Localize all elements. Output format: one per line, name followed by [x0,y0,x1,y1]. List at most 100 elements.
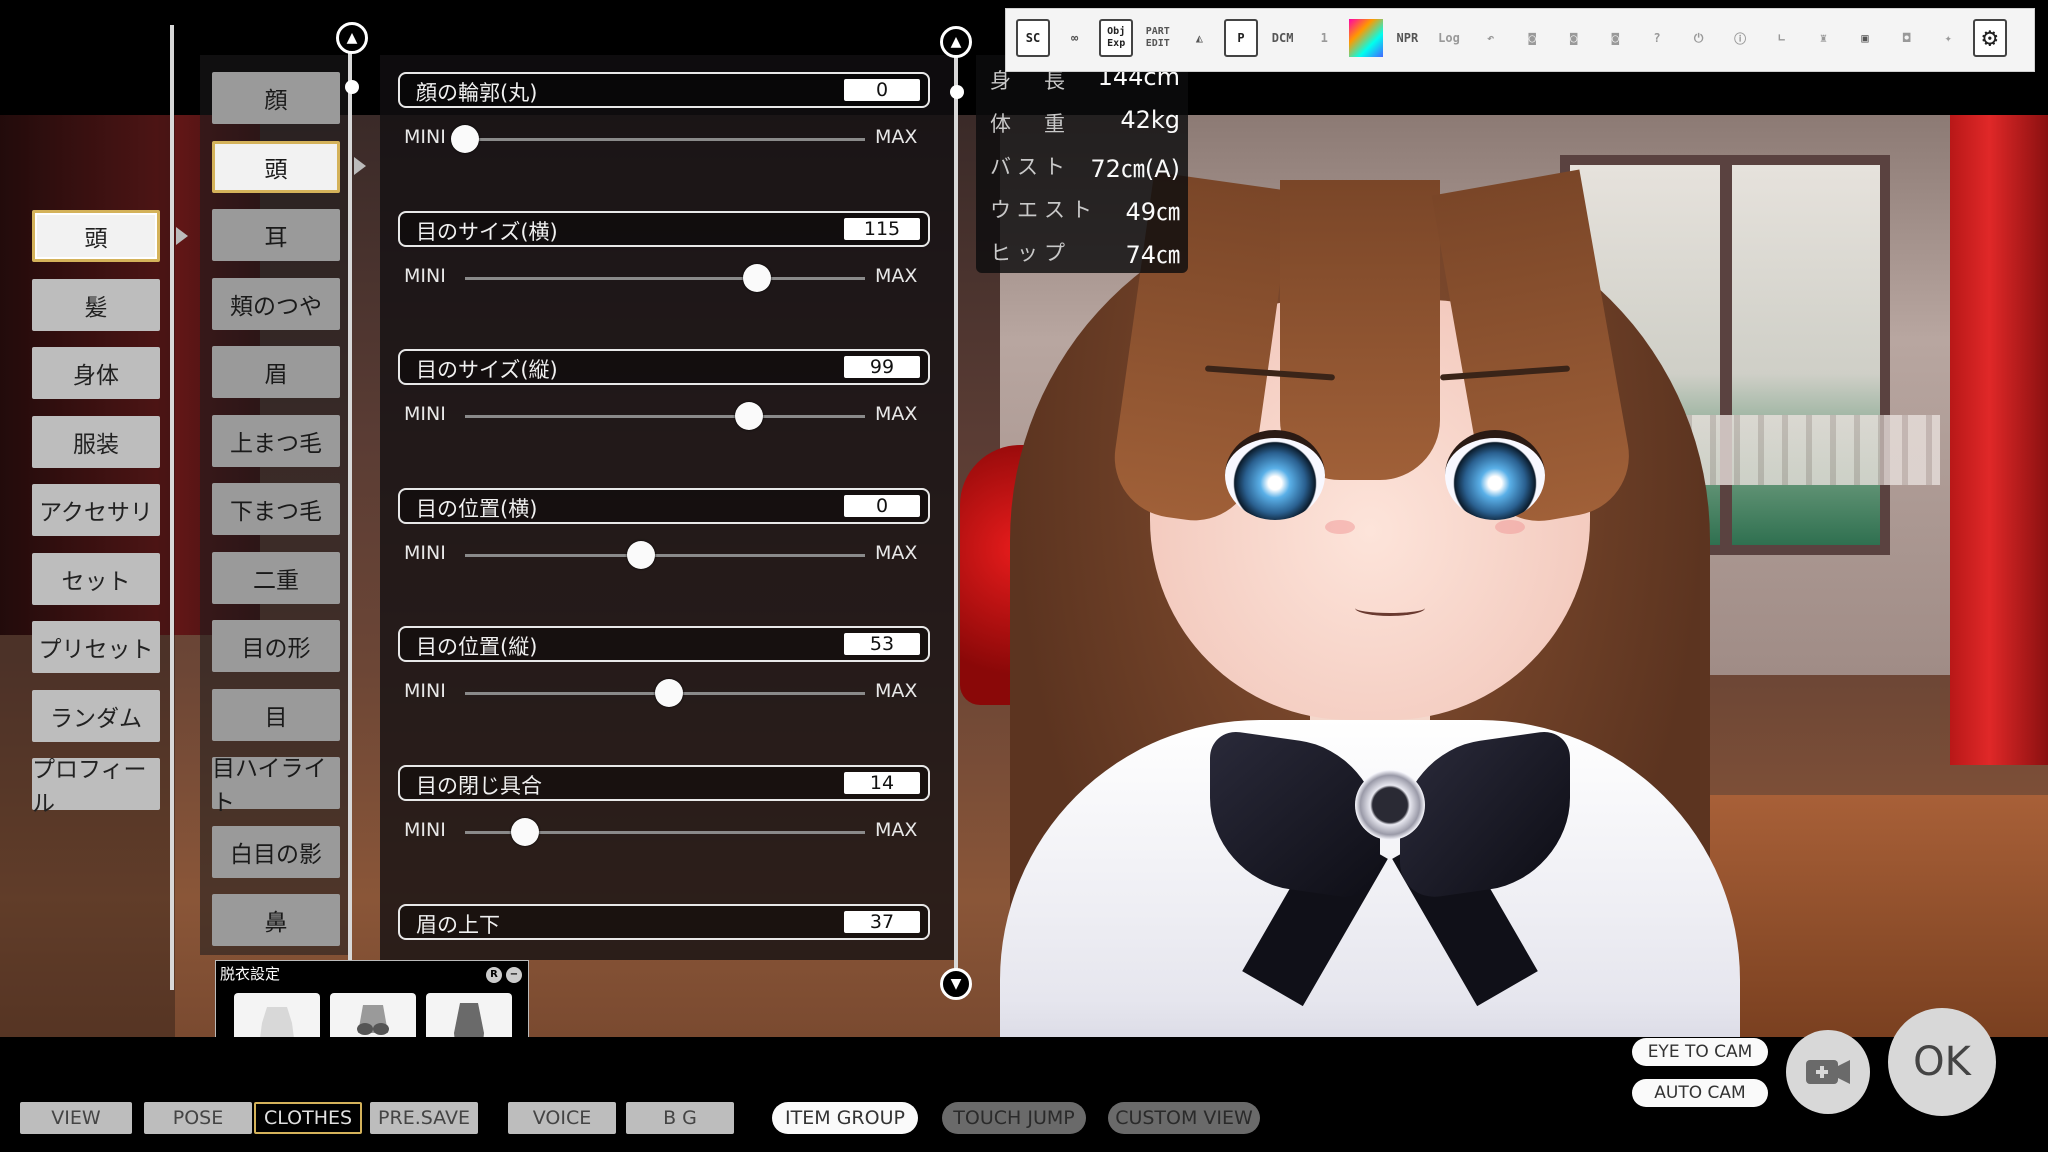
auto-cam-button[interactable]: AUTO CAM [1632,1079,1768,1107]
camera-add-button[interactable] [1786,1030,1870,1114]
subcategory-button[interactable]: 頬のつや [212,277,340,330]
subcategory-button[interactable]: 鼻 [212,894,340,946]
subcategory-button[interactable]: 目 [212,688,340,741]
mode-button-presave[interactable]: PRE.SAVE [370,1102,478,1134]
camera-gear-icon[interactable]: ◙ [1557,19,1591,57]
stat-value: 72㎝(A) [1090,155,1180,183]
category-button[interactable]: 髪 [32,278,160,331]
p-icon[interactable]: P [1224,19,1258,57]
category-button[interactable]: 頭 [32,210,160,262]
category-button[interactable]: セット [32,552,160,605]
subcategory-button[interactable]: 眉 [212,346,340,398]
category-button[interactable]: ランダム [32,689,160,742]
subcategory-button[interactable]: 上まつ毛 [212,414,340,467]
character-ribbon [1210,728,1570,1007]
slider-value-input[interactable]: 0 [844,79,920,101]
slider-thumb[interactable] [627,540,655,569]
plugin-icon[interactable]: ✦ [1931,19,1965,57]
slider-scroll-handle[interactable] [950,85,964,99]
capture-icon[interactable]: ◘ [1890,19,1924,57]
category-active-arrow [176,227,188,245]
color-palette-icon[interactable] [1348,19,1383,57]
slider-thumb[interactable] [511,818,539,846]
help-icon[interactable]: ? [1640,19,1674,57]
camera-icon[interactable]: ◙ [1598,19,1632,57]
subcategory-divider [348,25,352,965]
settings-gear-icon[interactable]: ⚙ [1972,19,2007,57]
subcategory-scroll-handle[interactable] [345,80,359,94]
vr-goggles-icon[interactable]: ∞ [1058,19,1092,57]
slider-max-label: MAX [875,541,918,564]
subcategory-button[interactable]: 二重 [212,551,340,604]
subcategory-button[interactable]: 耳 [212,209,340,261]
slider-thumb[interactable] [743,263,771,292]
log-icon[interactable]: Log [1432,19,1466,57]
subcategory-button[interactable]: 目の形 [212,620,340,672]
mode-button-voice[interactable]: VOICE [508,1102,616,1134]
character-eye-left [1225,430,1325,520]
category-button[interactable]: 服装 [32,415,160,468]
slider-label: 眉の上下 [416,912,500,937]
mode-button-view[interactable]: VIEW [20,1102,132,1134]
slider-value-input[interactable]: 14 [844,772,920,794]
mode-button-bg[interactable]: B G [626,1102,734,1134]
undo-icon[interactable]: ↶ [1474,19,1508,57]
character-blush-right [1495,520,1525,534]
slider-track[interactable] [465,138,865,141]
slider-track[interactable] [465,553,865,557]
subcategory-button[interactable]: 目ハイライト [212,756,340,816]
slider-value-input[interactable]: 53 [844,633,920,656]
3d-cube-icon[interactable]: ◭ [1182,19,1216,57]
ribbon-brooch [1355,770,1425,840]
category-button[interactable]: プロフィール [32,757,160,817]
obj-exp-icon[interactable]: Obj Exp [1099,19,1134,57]
pill-button-touchjump[interactable]: TOUCH JUMP [942,1102,1086,1134]
ok-button[interactable]: OK [1888,1008,1996,1116]
category-button[interactable]: 身体 [32,347,160,399]
slider-value-input[interactable]: 115 [844,217,920,240]
undress-minimize-icon[interactable]: − [506,967,522,983]
slider-value-input[interactable]: 99 [844,356,920,379]
power-icon[interactable]: ⏻ [1682,19,1716,57]
subcategory-button[interactable]: 白目の影 [212,825,340,878]
dcm-icon[interactable]: DCM [1266,19,1300,57]
subcategory-scroll-up-icon[interactable]: ▲ [336,22,368,54]
category-button[interactable]: プリセット [32,621,160,673]
slider-label: 目の閉じ具合 [416,774,542,798]
pill-button-customview[interactable]: CUSTOM VIEW [1108,1102,1260,1134]
mode-button-pose[interactable]: POSE [144,1102,252,1134]
camera-settings-icon[interactable]: ◙ [1515,19,1549,57]
basket-icon[interactable]: ♜ [1806,19,1840,57]
npr-icon[interactable]: NPR [1390,19,1424,57]
character-blush-left [1325,520,1355,534]
subcategory-button[interactable]: 下まつ毛 [212,483,340,535]
slider-scroll-up-icon[interactable]: ▲ [940,26,972,58]
slider-value-input[interactable]: 37 [844,910,920,933]
subcategory-button[interactable]: 顔 [212,72,340,124]
axis-icon[interactable]: ∟ [1765,19,1799,57]
slider-label: 顔の輪郭(丸) [416,81,538,105]
eye-to-cam-button[interactable]: EYE TO CAM [1632,1038,1768,1066]
mode-button-clothes[interactable]: CLOTHES [254,1102,362,1134]
slider-scrollbar-track[interactable] [954,40,958,990]
pill-button-itemgroup[interactable]: ITEM GROUP [772,1102,918,1134]
slider-min-label: MINI [404,680,446,703]
slider-track[interactable] [465,276,865,280]
slider-scroll-down-icon[interactable]: ▼ [940,968,972,1000]
slider-thumb[interactable] [735,402,763,431]
slider-thumb[interactable] [451,125,479,153]
undress-reset-icon[interactable]: R [486,967,502,983]
undress-title: 脱衣設定 [220,965,281,983]
info-icon[interactable]: ⓘ [1723,19,1757,57]
one-icon[interactable]: 1 [1307,19,1341,57]
photo-icon[interactable]: ▣ [1848,19,1882,57]
part-edit-icon[interactable]: PART EDIT [1141,19,1175,57]
subcategory-active-arrow [354,157,366,175]
slider-value-input[interactable]: 0 [844,494,920,517]
slider-max-label: MAX [875,819,918,841]
stat-value: 42kg [1120,106,1180,134]
sc-icon[interactable]: SC [1016,19,1050,57]
category-button[interactable]: アクセサリ [32,484,160,536]
subcategory-button[interactable]: 頭 [212,140,340,193]
slider-track[interactable] [465,415,865,419]
